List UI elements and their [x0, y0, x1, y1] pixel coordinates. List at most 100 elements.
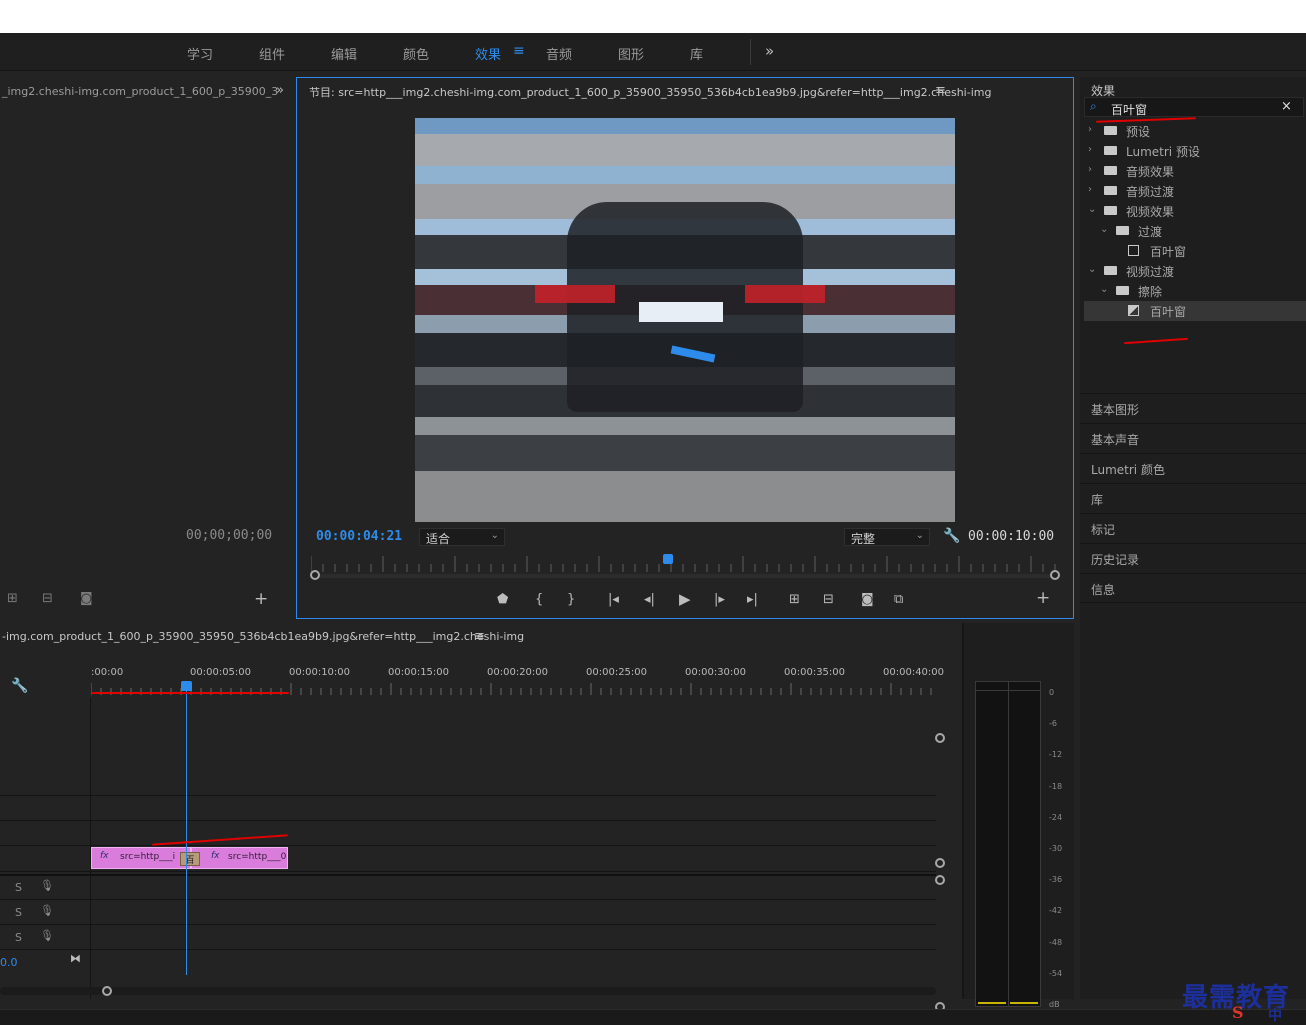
track-divider: [0, 899, 936, 900]
search-icon: ⌕: [1090, 99, 1097, 113]
ws-tab-menu-icon[interactable]: ≡: [513, 43, 525, 59]
clip-b-label: src=http___0: [228, 852, 287, 862]
quality-select[interactable]: 完整 ⌄: [844, 528, 930, 546]
panel-info[interactable]: 信息: [1080, 573, 1306, 603]
link-icon[interactable]: ⧓: [70, 952, 81, 965]
ws-tab-editing[interactable]: 编辑: [331, 44, 357, 63]
chevron-down-icon[interactable]: ⌄: [1088, 264, 1096, 275]
program-scrub-bar[interactable]: [311, 574, 1057, 578]
microphone-icon[interactable]: 🎙: [40, 904, 54, 917]
microphone-icon[interactable]: 🎙: [40, 879, 54, 892]
microphone-icon[interactable]: 🎙: [40, 929, 54, 942]
program-playhead[interactable]: [663, 554, 674, 564]
video-audio-divider: [0, 874, 936, 876]
source-timecode[interactable]: 00;00;00;00: [186, 528, 272, 543]
program-menu-icon[interactable]: ≡: [935, 84, 946, 98]
panel-libraries[interactable]: 库: [1080, 483, 1306, 513]
step-forward-icon[interactable]: |▸: [714, 593, 725, 607]
video-clip-a[interactable]: fx src=http___i: [91, 847, 191, 869]
solo-a3-button[interactable]: S: [15, 931, 22, 944]
program-time-ruler[interactable]: [311, 554, 1057, 574]
go-to-out-icon[interactable]: ▸|: [747, 593, 758, 607]
panel-lumetri-color[interactable]: Lumetri 颜色: [1080, 453, 1306, 483]
effects-search-input[interactable]: 百叶窗: [1111, 101, 1147, 118]
effects-tree-item[interactable]: 百叶窗: [1084, 301, 1306, 321]
comparison-view-icon[interactable]: ⧉: [894, 593, 903, 607]
h-scroll-handle[interactable]: [102, 986, 112, 996]
extract-icon[interactable]: ⊟: [823, 593, 834, 607]
step-back-icon[interactable]: ◂|: [644, 593, 655, 607]
effects-tree-item[interactable]: › 音频效果: [1084, 161, 1306, 181]
panel-essential-graphics[interactable]: 基本图形: [1080, 393, 1306, 423]
effects-tree-item[interactable]: 百叶窗: [1084, 241, 1306, 261]
timeline-playhead[interactable]: [186, 689, 187, 975]
clear-search-icon[interactable]: ×: [1281, 99, 1292, 114]
panel-history[interactable]: 历史记录: [1080, 543, 1306, 573]
chevron-right-icon[interactable]: ›: [1088, 164, 1092, 175]
effects-tree-item[interactable]: ⌄ 视频效果: [1084, 201, 1306, 221]
effects-tree-item[interactable]: › Lumetri 预设: [1084, 141, 1306, 161]
camera-icon[interactable]: ◙: [80, 592, 93, 606]
wrench-icon[interactable]: 🔧: [11, 679, 28, 693]
effects-search-box[interactable]: ⌕ 百叶窗 ×: [1084, 97, 1304, 117]
effects-tree-item[interactable]: ⌄ 视频过渡: [1084, 261, 1306, 281]
chevron-right-icon[interactable]: ›: [1088, 184, 1092, 195]
workspace-bar: 学习 组件 编辑 颜色 效果 ≡ 音频 图形 库 »: [0, 33, 1306, 71]
effects-tree-item[interactable]: › 音频过渡: [1084, 181, 1306, 201]
v-scroll-handle[interactable]: [935, 858, 945, 868]
effects-tree-item[interactable]: ⌄ 擦除: [1084, 281, 1306, 301]
chevron-right-icon[interactable]: ›: [1088, 144, 1092, 155]
source-more-icon[interactable]: »: [276, 84, 284, 98]
video-clip-b[interactable]: fx src=http___0: [191, 847, 288, 869]
panel-essential-sound[interactable]: 基本声音: [1080, 423, 1306, 453]
effects-tree-label: 视频效果: [1126, 205, 1175, 219]
export-frame-icon[interactable]: ◙: [861, 593, 874, 607]
source-title[interactable]: _img2.cheshi-img.com_product_1_600_p_359…: [2, 85, 278, 98]
effects-tree-item[interactable]: › 预设: [1084, 121, 1306, 141]
annotation-underline: [91, 692, 289, 694]
ws-tab-audio[interactable]: 音频: [546, 44, 572, 63]
chevron-down-icon[interactable]: ⌄: [1100, 284, 1108, 295]
chevron-down-icon[interactable]: ⌄: [1100, 224, 1108, 235]
fit-select[interactable]: 适合 ⌄: [419, 528, 505, 546]
program-current-timecode[interactable]: 00:00:04:21: [316, 529, 402, 544]
solo-a1-button[interactable]: S: [15, 881, 22, 894]
program-video-frame: [415, 118, 955, 522]
timeline-ruler-label: 00:00:20:00: [487, 667, 549, 678]
mark-out-icon[interactable]: }: [567, 593, 575, 607]
horizontal-scrollbar[interactable]: [0, 987, 936, 995]
ws-tab-effects[interactable]: 效果: [475, 44, 501, 63]
add-marker-icon[interactable]: ⬟: [497, 593, 508, 607]
timeline-menu-icon[interactable]: ≡: [474, 630, 485, 644]
play-icon[interactable]: ▶: [679, 592, 691, 607]
lift-icon[interactable]: ⊞: [789, 593, 800, 607]
solo-a2-button[interactable]: S: [15, 906, 22, 919]
ws-tab-color[interactable]: 颜色: [403, 44, 429, 63]
effects-tree-label: Lumetri 预设: [1126, 145, 1200, 159]
go-to-in-icon[interactable]: |◂: [608, 593, 619, 607]
insert-icon[interactable]: ⊞: [7, 592, 18, 606]
ws-tab-libraries[interactable]: 库: [690, 44, 703, 63]
ws-more-icon[interactable]: »: [765, 42, 774, 60]
panel-markers[interactable]: 标记: [1080, 513, 1306, 543]
v-scroll-handle[interactable]: [935, 733, 945, 743]
source-add-button[interactable]: +: [254, 591, 268, 608]
v-scroll-handle[interactable]: [935, 875, 945, 885]
effects-tree-item[interactable]: ⌄ 过渡: [1084, 221, 1306, 241]
overwrite-icon[interactable]: ⊟: [42, 592, 53, 606]
transition-blinds-on-clip[interactable]: 百: [180, 852, 200, 866]
ws-tab-assembly[interactable]: 组件: [259, 44, 285, 63]
ws-tab-learn[interactable]: 学习: [187, 44, 213, 63]
wrench-icon[interactable]: 🔧: [943, 529, 960, 543]
program-title[interactable]: 节目: src=http___img2.cheshi-img.com_produ…: [309, 84, 991, 100]
chevron-right-icon[interactable]: ›: [1088, 124, 1092, 135]
program-add-button[interactable]: +: [1036, 590, 1050, 607]
master-volume-value[interactable]: 0.0: [0, 956, 18, 969]
scrub-end-handle[interactable]: [1050, 570, 1060, 580]
ws-tab-graphics[interactable]: 图形: [618, 44, 644, 63]
quality-select-value: 完整: [851, 532, 876, 546]
scrub-start-handle[interactable]: [310, 570, 320, 580]
chevron-down-icon[interactable]: ⌄: [1088, 204, 1096, 215]
mark-in-icon[interactable]: {: [535, 593, 543, 607]
sequence-title[interactable]: -img.com_product_1_600_p_35900_35950_536…: [2, 630, 524, 643]
